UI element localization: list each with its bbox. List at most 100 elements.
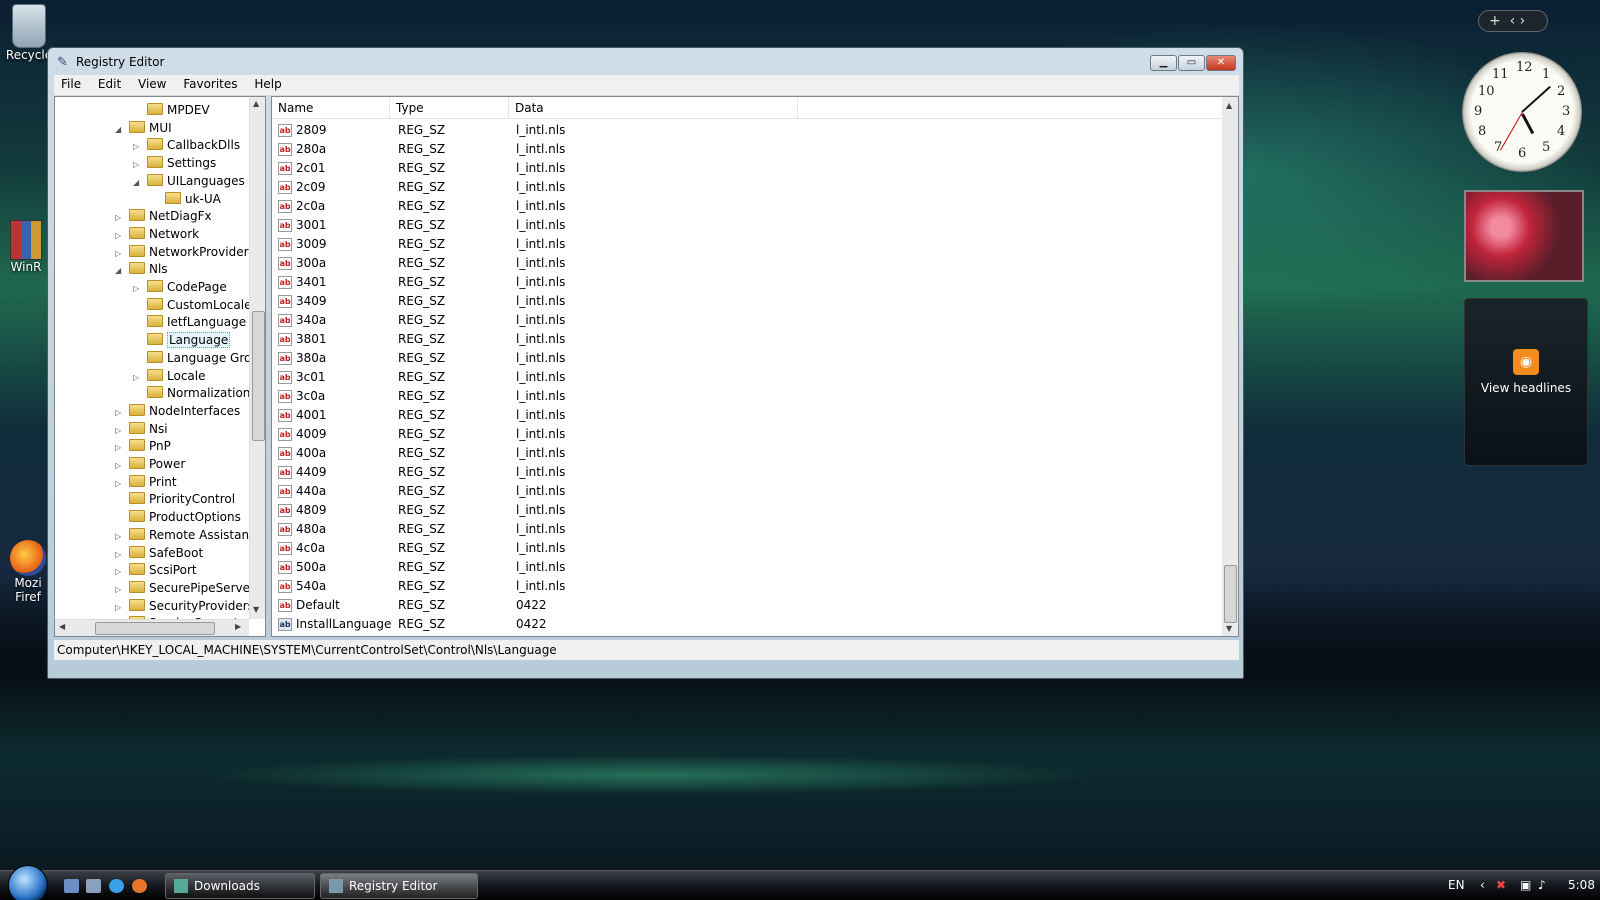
registry-value-row[interactable]: ab 400a REG_SZ l_intl.nls bbox=[272, 444, 1222, 463]
registry-value-row[interactable]: ab InstallLanguage REG_SZ 0422 bbox=[272, 615, 1222, 634]
taskbar-button-downloads[interactable]: Downloads bbox=[165, 873, 315, 899]
tree-node[interactable]: MPDEV bbox=[133, 101, 210, 119]
column-header-data[interactable]: Data bbox=[515, 101, 544, 115]
close-button[interactable]: ✕ bbox=[1206, 55, 1236, 71]
tree-node[interactable]: ▷ SecurePipeServers bbox=[115, 579, 261, 597]
registry-value-row[interactable]: ab 3c0a REG_SZ l_intl.nls bbox=[272, 387, 1222, 406]
tree-node[interactable]: ◢ Nls bbox=[115, 260, 168, 278]
menu-favorites[interactable]: Favorites bbox=[176, 75, 243, 91]
column-divider[interactable] bbox=[389, 97, 390, 119]
tree-node[interactable]: ▷ CallbackDlls bbox=[133, 136, 240, 154]
registry-value-row[interactable]: ab 340a REG_SZ l_intl.nls bbox=[272, 311, 1222, 330]
slideshow-gadget[interactable] bbox=[1464, 190, 1584, 282]
column-divider[interactable] bbox=[508, 97, 509, 119]
network-icon[interactable]: ▣ bbox=[1520, 878, 1531, 892]
tree-node[interactable]: ProductOptions bbox=[115, 508, 241, 526]
scroll-right-arrow-icon[interactable]: ▶ bbox=[235, 622, 241, 631]
tree-node[interactable]: ▷ PnP bbox=[115, 437, 171, 455]
tree-node[interactable]: ▷ Nsi bbox=[115, 420, 168, 438]
registry-value-row[interactable]: ab 440a REG_SZ l_intl.nls bbox=[272, 482, 1222, 501]
registry-value-row[interactable]: ab 4c0a REG_SZ l_intl.nls bbox=[272, 539, 1222, 558]
tree-node[interactable]: Language bbox=[133, 331, 231, 349]
registry-value-row[interactable]: ab 3009 REG_SZ l_intl.nls bbox=[272, 235, 1222, 254]
registry-value-row[interactable]: ab 3409 REG_SZ l_intl.nls bbox=[272, 292, 1222, 311]
tree-node[interactable]: uk-UA bbox=[151, 190, 221, 208]
show-desktop-icon[interactable] bbox=[64, 879, 79, 893]
column-divider[interactable] bbox=[797, 97, 798, 119]
tree-node[interactable]: PriorityControl bbox=[115, 490, 235, 508]
tree-expander-icon[interactable]: ◢ bbox=[115, 262, 127, 280]
registry-value-row[interactable]: ab 480a REG_SZ l_intl.nls bbox=[272, 520, 1222, 539]
internet-explorer-icon[interactable] bbox=[109, 879, 124, 893]
scroll-down-arrow-icon[interactable]: ▼ bbox=[1226, 624, 1232, 633]
clock-time[interactable]: 5:08 bbox=[1568, 878, 1595, 892]
registry-value-row[interactable]: ab Default REG_SZ 0422 bbox=[272, 596, 1222, 615]
tree-expander-icon[interactable]: ◢ bbox=[115, 121, 127, 139]
start-button[interactable] bbox=[8, 865, 48, 900]
registry-value-row[interactable]: ab 300a REG_SZ l_intl.nls bbox=[272, 254, 1222, 273]
tree-hscroll-thumb[interactable] bbox=[95, 622, 215, 635]
registry-value-row[interactable]: ab 380a REG_SZ l_intl.nls bbox=[272, 349, 1222, 368]
tree-node[interactable]: ▷ Locale bbox=[133, 367, 205, 385]
feed-headlines-gadget[interactable]: ◉ View headlines bbox=[1464, 298, 1588, 466]
tree-node[interactable]: Language Gro bbox=[133, 349, 251, 367]
scroll-up-arrow-icon[interactable]: ▲ bbox=[253, 99, 259, 108]
list-vertical-scrollbar[interactable]: ▲ ▼ bbox=[1222, 97, 1238, 636]
menu-view[interactable]: View bbox=[131, 75, 172, 91]
tree-horizontal-scrollbar[interactable]: ◀ ▶ bbox=[55, 619, 249, 636]
scroll-up-arrow-icon[interactable]: ▲ bbox=[1226, 101, 1232, 110]
tree-node[interactable]: ▷ Settings bbox=[133, 154, 216, 172]
scroll-down-arrow-icon[interactable]: ▼ bbox=[253, 605, 259, 614]
tree-node[interactable]: ◢ MUI bbox=[115, 119, 172, 137]
registry-value-row[interactable]: ab 500a REG_SZ l_intl.nls bbox=[272, 558, 1222, 577]
registry-value-row[interactable]: ab 4001 REG_SZ l_intl.nls bbox=[272, 406, 1222, 425]
firefox-quicklaunch-icon[interactable] bbox=[132, 879, 147, 893]
menu-edit[interactable]: Edit bbox=[91, 75, 127, 91]
clock-gadget[interactable]: 12 1 2 3 4 5 6 7 8 9 10 11 bbox=[1462, 52, 1582, 172]
registry-value-row[interactable]: ab 3c01 REG_SZ l_intl.nls bbox=[272, 368, 1222, 387]
tree-node[interactable]: ▷ Remote Assistanc bbox=[115, 526, 256, 544]
values-list[interactable]: Name Type Data ab 2809 REG_SZ l_intl.nls ab 2… bbox=[271, 96, 1239, 637]
tree-node[interactable]: ◢ UILanguages bbox=[133, 172, 245, 190]
tree-node[interactable]: CustomLocale bbox=[133, 296, 251, 314]
registry-value-row[interactable]: ab 4409 REG_SZ l_intl.nls bbox=[272, 463, 1222, 482]
registry-value-row[interactable]: ab 2c0a REG_SZ l_intl.nls bbox=[272, 197, 1222, 216]
tree-node[interactable]: ▷ NetworkProvider bbox=[115, 243, 249, 261]
desktop-icon-winrar[interactable]: WinR bbox=[4, 220, 48, 274]
tree-node[interactable]: ▷ NodeInterfaces bbox=[115, 402, 240, 420]
scroll-left-arrow-icon[interactable]: ◀ bbox=[59, 622, 65, 631]
tree-node[interactable]: ▷ Print bbox=[115, 473, 177, 491]
taskbar-button-registry-editor[interactable]: Registry Editor bbox=[320, 873, 478, 899]
registry-value-row[interactable]: ab 4809 REG_SZ l_intl.nls bbox=[272, 501, 1222, 520]
show-hidden-icons-icon[interactable]: ‹ bbox=[1480, 878, 1485, 892]
menu-help[interactable]: Help bbox=[247, 75, 287, 91]
minimize-button[interactable]: ▁ bbox=[1150, 55, 1177, 71]
maximize-button[interactable]: ▭ bbox=[1178, 55, 1205, 71]
registry-value-row[interactable]: ab 2809 REG_SZ l_intl.nls bbox=[272, 121, 1222, 140]
desktop-icon-firefox[interactable]: Mozi Firef bbox=[4, 540, 52, 604]
registry-value-row[interactable]: ab 540a REG_SZ l_intl.nls bbox=[272, 577, 1222, 596]
switch-windows-icon[interactable] bbox=[86, 879, 101, 893]
registry-tree[interactable]: MPDEV ◢ MUI ▷ CallbackDlls ▷ Settings ◢ UILangua… bbox=[54, 96, 266, 637]
tree-node[interactable]: IetfLanguage bbox=[133, 313, 246, 331]
tree-node[interactable]: ▷ NetDiagFx bbox=[115, 207, 212, 225]
list-scroll-thumb[interactable] bbox=[1224, 565, 1237, 623]
tree-node[interactable]: ▷ SafeBoot bbox=[115, 544, 203, 562]
title-bar[interactable]: ✎ Registry Editor ▁ ▭ ✕ bbox=[48, 48, 1243, 75]
sidebar-add-gadget-button[interactable]: + ‹ › bbox=[1478, 10, 1548, 32]
language-indicator[interactable]: EN bbox=[1448, 878, 1465, 892]
registry-value-row[interactable]: ab 2c01 REG_SZ l_intl.nls bbox=[272, 159, 1222, 178]
tree-expander-icon[interactable]: ◢ bbox=[133, 174, 145, 192]
tree-vertical-scrollbar[interactable]: ▲ ▼ bbox=[249, 97, 265, 619]
tree-node[interactable]: Normalization bbox=[133, 384, 250, 402]
menu-file[interactable]: File bbox=[54, 75, 87, 91]
column-header-name[interactable]: Name bbox=[278, 101, 313, 115]
tree-node[interactable]: ▷ SecurityProviders bbox=[115, 597, 254, 615]
registry-value-row[interactable]: ab 3001 REG_SZ l_intl.nls bbox=[272, 216, 1222, 235]
tree-node[interactable]: ▷ CodePage bbox=[133, 278, 227, 296]
tree-node[interactable]: ▷ Network bbox=[115, 225, 199, 243]
registry-value-row[interactable]: ab 4009 REG_SZ l_intl.nls bbox=[272, 425, 1222, 444]
column-header-type[interactable]: Type bbox=[396, 101, 424, 115]
registry-value-row[interactable]: ab 2c09 REG_SZ l_intl.nls bbox=[272, 178, 1222, 197]
feed-headlines-link[interactable]: View headlines bbox=[1465, 381, 1587, 395]
